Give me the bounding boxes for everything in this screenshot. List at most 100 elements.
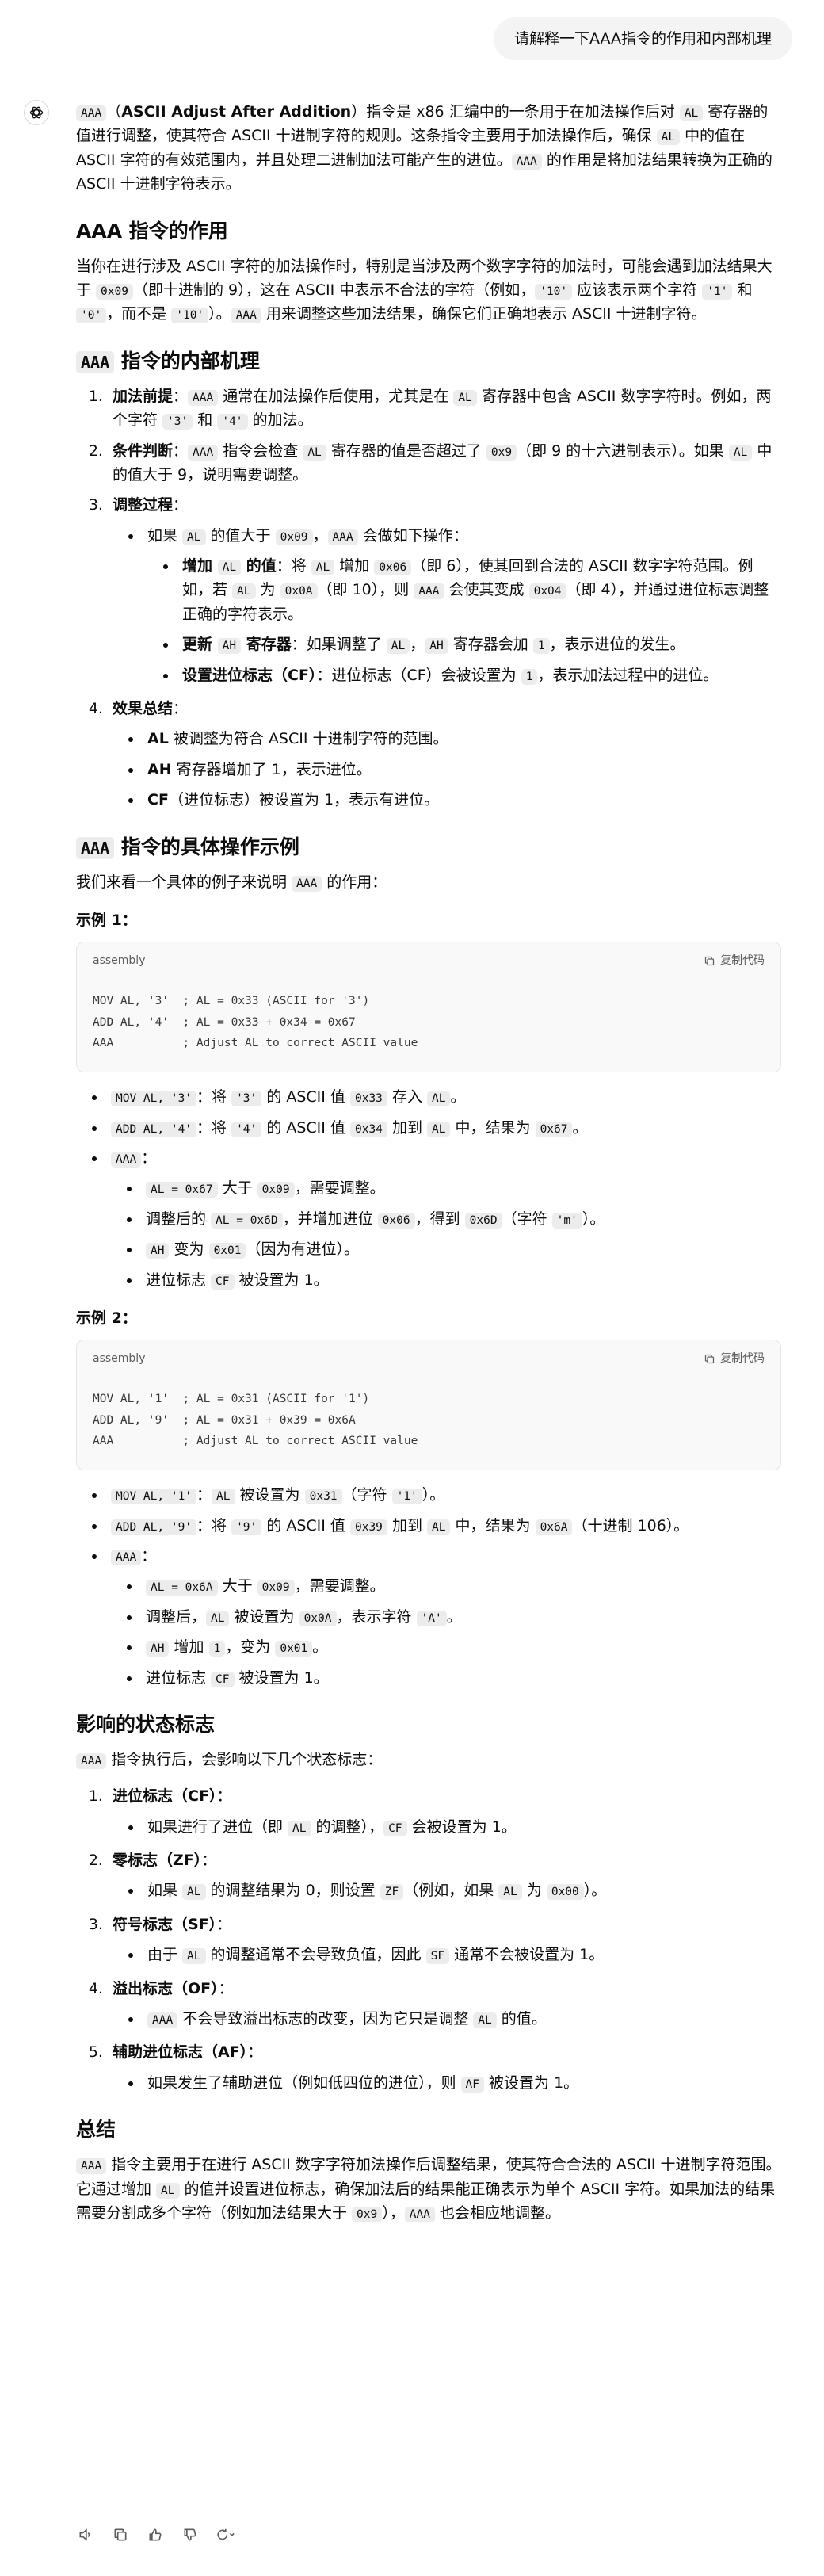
section-heading-mechanism: AAA 指令的内部机理 [76,347,781,375]
list-item: 更新 AH 寄存器：如果调整了 AL，AH 寄存器会加 1，表示进位的发生。 [177,633,781,656]
inline-code: AAA [111,1549,142,1565]
bold-text: 的值 [241,557,277,575]
list-item: 如果发生了辅助进位（例如低四位的进位），则 AF 被设置为 1。 [143,2071,781,2095]
inline-code: AAA [414,583,444,600]
inline-code: AL [303,444,326,461]
bold-text: 符号标志（SF） [113,1915,217,1933]
inline-code: '9' [231,1519,262,1535]
inline-code: AAA [76,2158,107,2175]
text: 和 [193,411,218,430]
intro-paragraph: AAA （ASCII Adjust After Addition）指令是 x86 … [76,100,781,197]
speaker-icon[interactable] [76,2525,95,2544]
inline-code: 0x9 [352,2206,383,2222]
list-item: AL = 0x67 大于 0x09，需要调整。 [141,1176,781,1200]
list-item: CF（进位标志）被设置为 1，表示有进位。 [143,788,781,812]
inline-code: AL [498,1884,522,1901]
text: 的 ASCII 值 [261,1088,350,1106]
text: 中，结果为 [450,1516,536,1535]
text: ，表示字符 [336,1607,417,1626]
text: 被设置为 1。 [234,1668,329,1687]
regenerate-icon[interactable] [216,2525,235,2544]
list-item: 调整后，AL 被设置为 0x0A，表示字符 'A'。 [141,1605,781,1629]
bold-text: 效果总结 [113,700,174,718]
bold-text: 增加 [182,557,218,575]
text: ，变为 [225,1638,276,1657]
sub-list: 如果 AL 的值大于 0x09，AAA 会做如下操作： 增加 AL 的值：将 A… [113,524,781,687]
copy-icon[interactable] [111,2525,130,2544]
message-actions [76,2525,235,2544]
text: ， [312,526,328,545]
inline-code: 1 [208,1641,226,1657]
list-item: 设置进位标志（CF）：进位标志（CF）会被设置为 1，表示加法过程中的进位。 [177,663,781,687]
text: 被调整为符合 ASCII 十进制字符的范围。 [168,730,448,748]
text: 如果 [147,1882,183,1900]
inline-code: AL [156,2182,180,2199]
inline-code: AAA [327,529,358,545]
text: ： [173,496,189,514]
inline-code: AAA [147,2012,178,2029]
example-2-label: 示例 2： [76,1309,137,1327]
bold-text: 条件判断 [113,441,174,460]
user-message-row: 请解释一下AAA指令的作用和内部机理 [493,17,792,61]
inline-code: 1 [532,638,550,655]
assistant-logo-icon [24,100,49,125]
list-item: 加法前提：AAA 通常在加法操作后使用，尤其是在 AL 寄存器中包含 ASCII… [108,384,781,433]
inline-code: 0x67 [535,1121,573,1137]
example-1-explanation: MOV AL, '3'：将 '3' 的 ASCII 值 0x33 存入 AL。 … [76,1085,781,1292]
code-content: MOV AL, '3' ; AL = 0x33 (ASCII for '3') … [93,994,418,1050]
bold-text: 更新 [182,636,218,654]
text: 的加法。 [247,411,313,430]
text: ： [216,1787,232,1806]
text: 为 [521,1882,547,1900]
text: （进位标志）被设置为 1，表示有进位。 [168,791,440,809]
code-block-header: assembly 复制代码 [77,942,780,974]
inline-code: AL [473,2012,497,2029]
thumbs-up-icon[interactable] [146,2525,165,2544]
inline-code: 0x06 [374,560,412,576]
inline-code: 0x06 [377,1212,415,1229]
section-heading-flags: 影响的状态标志 [76,1712,216,1736]
inline-code: AL = 0x6A [146,1580,218,1596]
bold-text: 加法前提 [113,387,174,405]
text: ： [196,1486,212,1504]
bold-text: CF [147,791,169,809]
text: ）。 [208,305,231,323]
list-item: 增加 AL 的值：将 AL 增加 0x06（即 6），使其回到合法的 ASCII… [177,554,781,626]
inline-code: '1' [702,283,733,300]
text: 加到 [387,1516,427,1535]
copy-code-button[interactable]: 复制代码 [704,952,765,969]
list-item: 进位标志 CF 被设置为 1。 [141,1666,781,1690]
thumbs-down-icon[interactable] [181,2525,200,2544]
text: （例如，如果 [403,1882,499,1900]
copy-code-button[interactable]: 复制代码 [704,1350,765,1367]
inline-code: 0x0A [299,1610,337,1626]
list-item: 如果 AL 的值大于 0x09，AAA 会做如下操作： 增加 AL 的值：将 A… [143,524,781,687]
list-item: AAA： AL = 0x67 大于 0x09，需要调整。 调整后的 AL = 0… [106,1146,781,1292]
text: ： [216,1915,232,1933]
inline-code: '4' [217,414,248,430]
text: ）。 [583,1882,607,1900]
example-2-explanation: MOV AL, '1'：AL 被设置为 0x31（字符 '1'）。 ADD AL… [76,1483,781,1690]
text: ，而不是 [106,305,172,323]
inline-code: AL [217,560,242,576]
text: 大于 [217,1577,258,1596]
text: ： [141,1148,157,1167]
inline-code: AH [425,638,448,655]
text: 寄存器的值是否超过了 [326,441,486,460]
text: 。 [572,1118,588,1137]
sub-list: 由于 AL 的调整通常不会导致负值，因此 SF 通常不会被设置为 1。 [113,1943,781,1966]
inline-code: 0x09 [275,529,313,545]
text: 调整后的 [146,1210,212,1228]
inline-code: AL [288,1820,311,1836]
inline-code: AAA [231,308,261,324]
text: 增加 [334,557,375,575]
sub-list: AL = 0x6A 大于 0x09，需要调整。 调整后，AL 被设置为 0x0A… [111,1574,781,1690]
inline-code: 0x09 [257,1580,295,1596]
text: （即十进制的 9），这在 ASCII 中表示不合法的字符（例如， [132,281,536,299]
inline-code: 0x31 [304,1489,342,1505]
text: ：将 [276,557,311,575]
text: 进位标志 [146,1668,212,1687]
inline-code: AL [453,389,477,406]
sub-list: AL 被调整为符合 ASCII 十进制字符的范围。 AH 寄存器增加了 1，表示… [113,727,781,812]
text: 的 ASCII 值 [261,1118,350,1137]
